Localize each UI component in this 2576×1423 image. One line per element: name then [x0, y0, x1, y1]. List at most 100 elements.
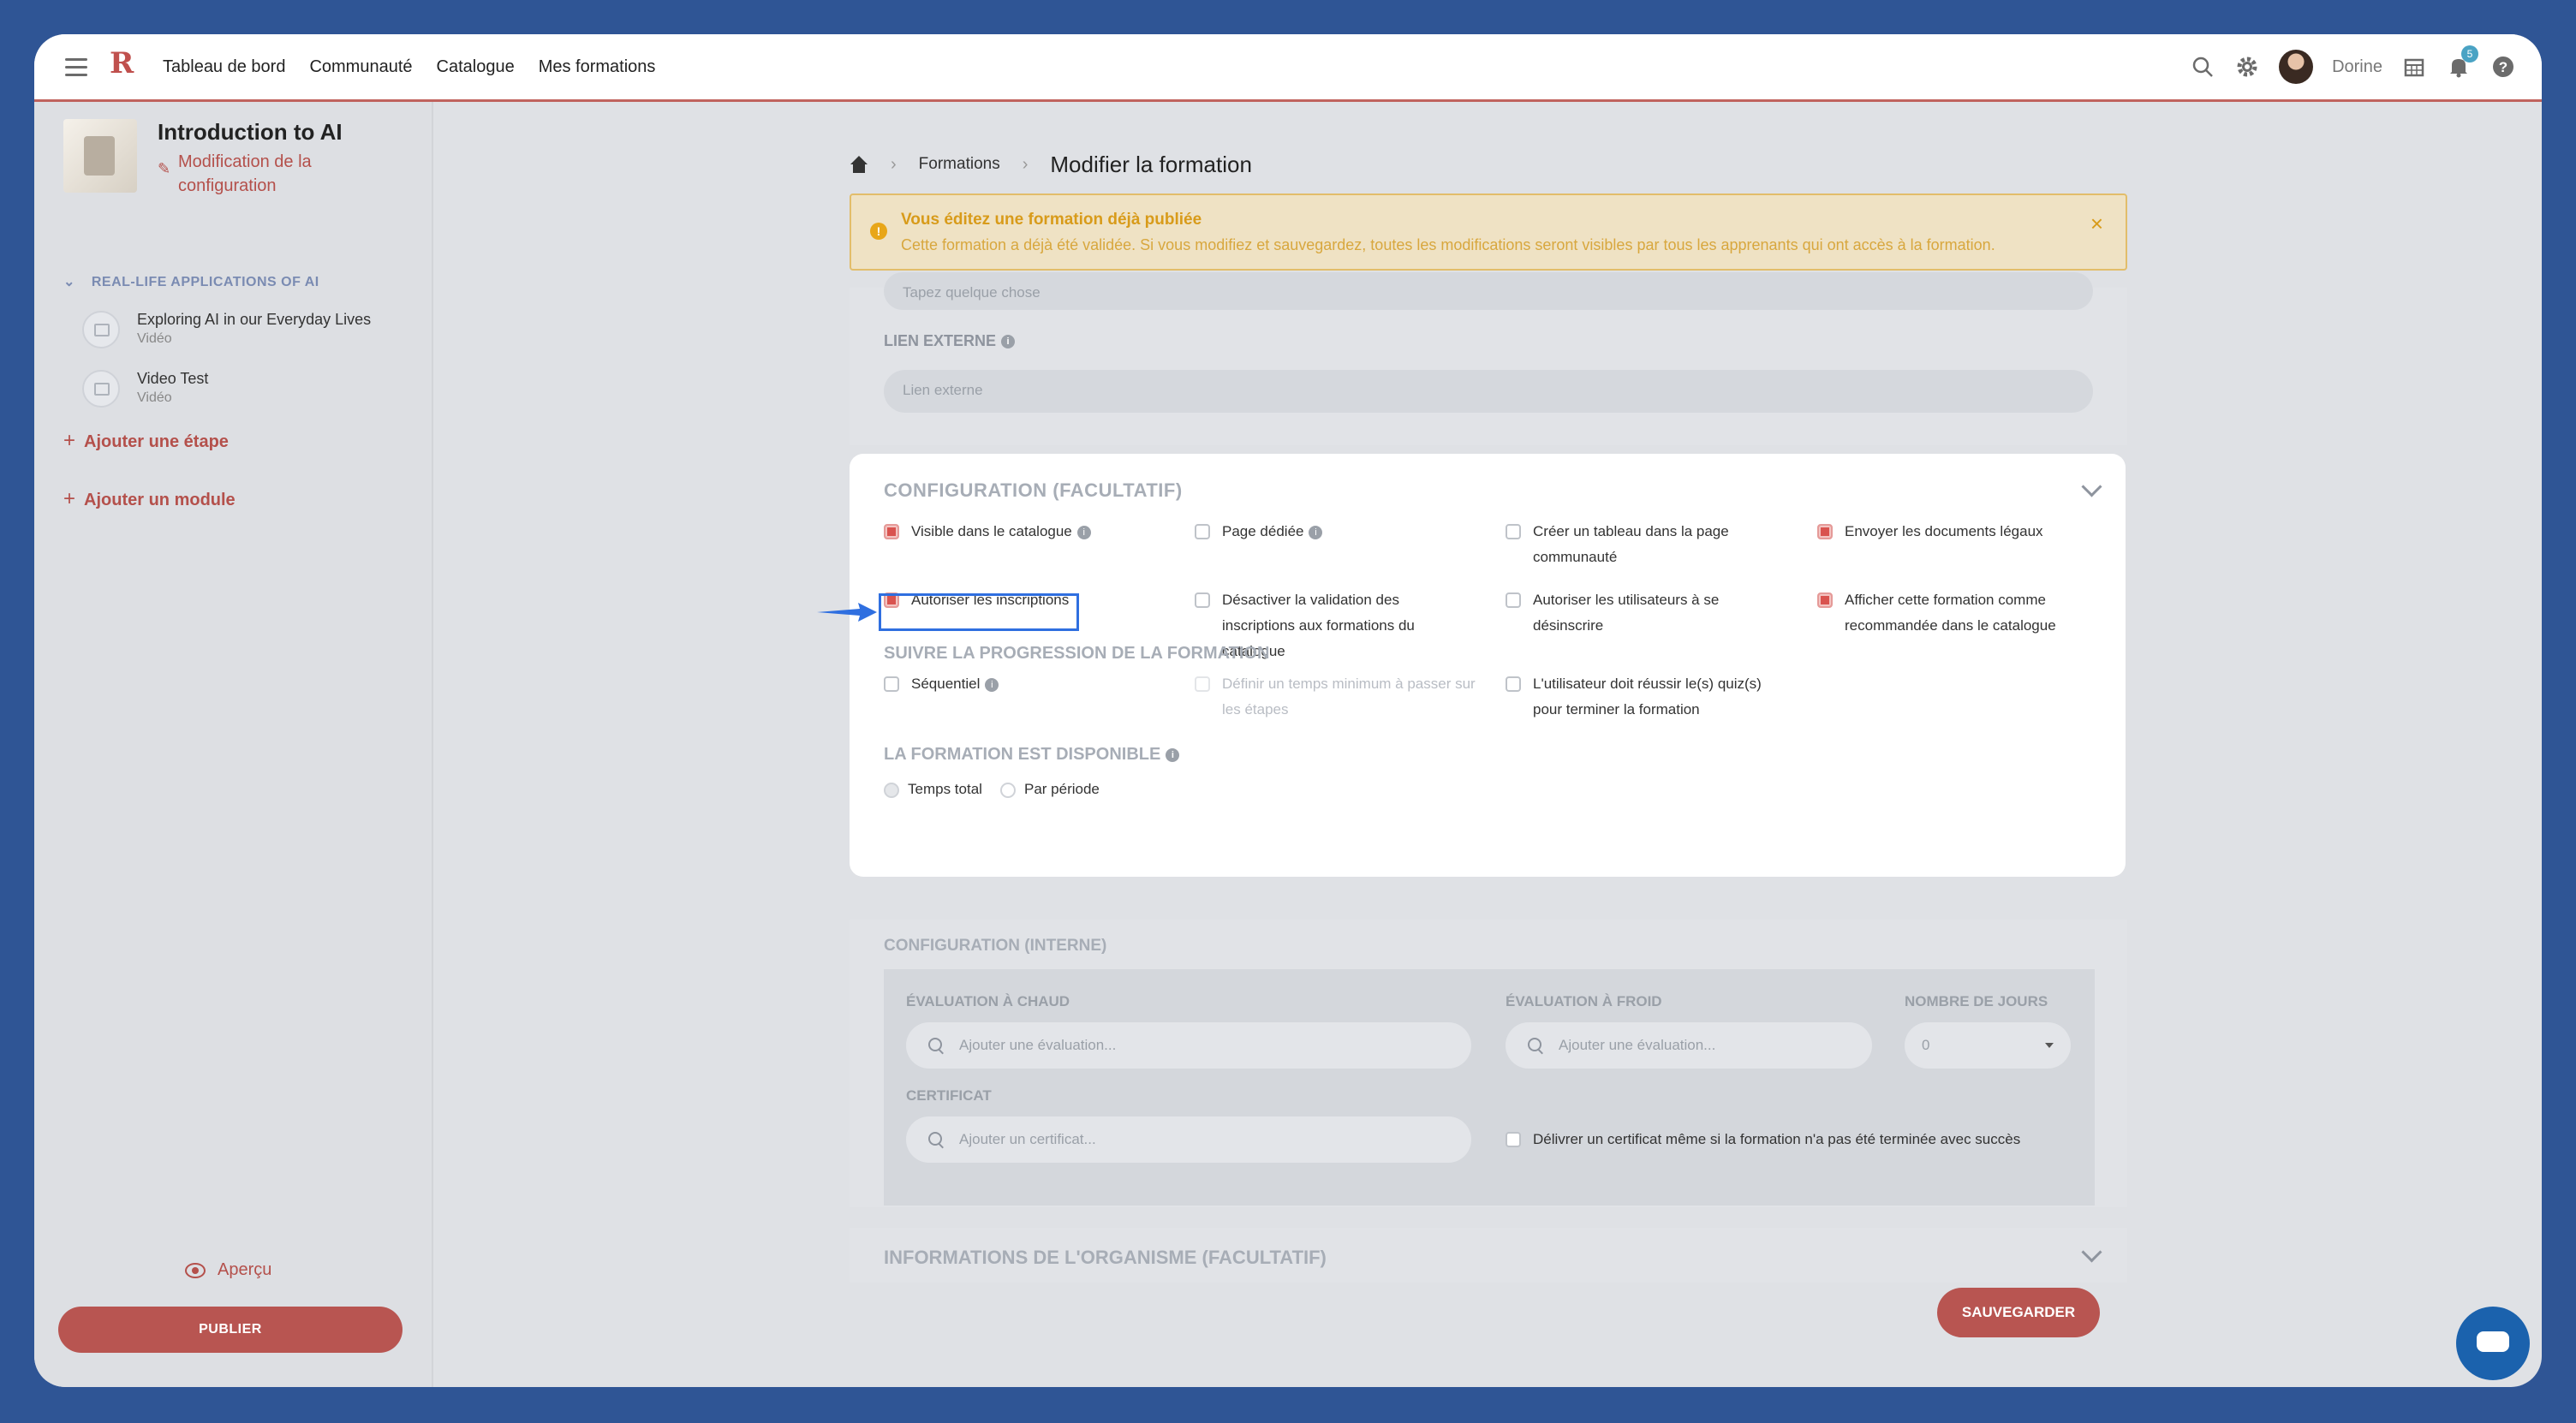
days-select[interactable]: 0: [1905, 1022, 2071, 1069]
option-quiz-required[interactable]: L'utilisateur doit réussir le(s) quiz(s)…: [1506, 671, 1762, 723]
org-info-card[interactable]: INFORMATIONS DE L'ORGANISME (FACULTATIF): [850, 1228, 2127, 1283]
days-label: NOMBRE DE JOURS: [1905, 993, 2048, 1009]
main-nav: Tableau de bord Communauté Catalogue Mes…: [163, 34, 655, 99]
checkbox[interactable]: [1195, 524, 1210, 539]
cold-eval-search[interactable]: Ajouter une évaluation...: [1506, 1022, 1872, 1069]
nav-dashboard[interactable]: Tableau de bord: [163, 57, 285, 77]
option-allow-unsubscribe[interactable]: Autoriser les utilisateurs à se désinscr…: [1506, 587, 1762, 639]
help-icon[interactable]: ?: [2490, 54, 2516, 80]
external-link-input[interactable]: Lien externe: [884, 370, 2093, 413]
cold-eval-label: ÉVALUATION À FROID: [1506, 993, 1662, 1009]
module-header[interactable]: ⌄ REAL-LIFE APPLICATIONS OF AI: [63, 273, 319, 290]
course-header: Introduction to AI ✎ Modification de la …: [63, 119, 423, 213]
info-icon[interactable]: i: [1309, 525, 1323, 539]
video-icon: [82, 311, 120, 348]
option-dedicated-page[interactable]: Page dédiée i: [1195, 519, 1477, 545]
plus-icon: +: [63, 429, 76, 452]
checkbox-checked[interactable]: [884, 524, 899, 539]
publish-button[interactable]: PUBLIER: [58, 1307, 402, 1353]
checkbox-checked[interactable]: [1817, 524, 1833, 539]
chevron-right-icon: ›: [1022, 154, 1029, 174]
add-module-label: Ajouter un module: [84, 491, 236, 509]
notification-badge: 5: [2461, 45, 2478, 63]
availability-title-text: LA FORMATION EST DISPONIBLE: [884, 745, 1161, 764]
info-icon[interactable]: i: [1076, 525, 1091, 539]
chevron-down-icon: ⌄: [63, 275, 75, 289]
search-icon: [1528, 1038, 1541, 1051]
search-icon[interactable]: [2190, 54, 2215, 80]
config-internal-card: CONFIGURATION (INTERNE) ÉVALUATION À CHA…: [850, 920, 2127, 1207]
menu-icon[interactable]: [65, 53, 87, 79]
step-item[interactable]: Video Test Vidéo: [82, 366, 408, 409]
org-title: INFORMATIONS DE L'ORGANISME (FACULTATIF): [884, 1247, 1327, 1268]
option-label: Autoriser les utilisateurs à se désinscr…: [1533, 592, 1720, 634]
info-icon[interactable]: i: [1001, 335, 1016, 349]
radio-total-time-label[interactable]: Temps total: [908, 781, 982, 798]
progress-title: SUIVRE LA PROGRESSION DE LA FORMATION: [884, 644, 1270, 663]
radio-total-time[interactable]: [884, 783, 899, 798]
home-icon[interactable]: [850, 156, 868, 173]
chevron-down-icon[interactable]: [2081, 476, 2102, 497]
option-recommended[interactable]: Afficher cette formation comme recommand…: [1817, 587, 2091, 639]
save-button[interactable]: SAUVEGARDER: [1937, 1288, 2100, 1337]
config-optional-card: CONFIGURATION (FACULTATIF) Visible dans …: [850, 454, 2126, 877]
nav-community[interactable]: Communauté: [309, 57, 412, 77]
checkbox[interactable]: [884, 676, 899, 692]
close-icon[interactable]: ×: [2090, 211, 2103, 237]
certificate-search[interactable]: Ajouter un certificat...: [906, 1116, 1471, 1163]
option-sequential[interactable]: Séquentiel i: [884, 671, 1141, 697]
search-icon: [928, 1132, 942, 1146]
internal-title: CONFIGURATION (INTERNE): [884, 937, 1107, 955]
info-icon[interactable]: i: [985, 677, 999, 692]
cold-eval-placeholder: Ajouter une évaluation...: [1559, 1037, 1716, 1053]
add-step-button[interactable]: + Ajouter une étape: [63, 429, 229, 453]
add-module-button[interactable]: + Ajouter un module: [63, 487, 236, 511]
option-label: Envoyer les documents légaux: [1845, 523, 2043, 539]
breadcrumb-formations[interactable]: Formations: [919, 155, 1000, 174]
nav-my-trainings[interactable]: Mes formations: [539, 57, 656, 77]
preview-label: Aperçu: [218, 1260, 272, 1279]
user-name[interactable]: Dorine: [2332, 57, 2382, 77]
highlight-box: [879, 593, 1079, 631]
gear-icon[interactable]: [2234, 54, 2260, 80]
info-icon[interactable]: i: [1166, 747, 1180, 762]
page-title: Modifier la formation: [1050, 151, 1252, 177]
radio-per-period-label[interactable]: Par période: [1024, 781, 1100, 798]
option-send-legal-docs[interactable]: Envoyer les documents légaux: [1817, 519, 2091, 545]
preview-button[interactable]: Aperçu: [185, 1260, 271, 1280]
step-type: Vidéo: [137, 390, 172, 405]
option-visible-catalog[interactable]: Visible dans le catalogue i: [884, 519, 1166, 545]
bell-icon[interactable]: 5: [2446, 45, 2478, 80]
nav-catalog[interactable]: Catalogue: [437, 57, 515, 77]
option-label: L'utilisateur doit réussir le(s) quiz(s)…: [1533, 676, 1762, 717]
edit-config-link[interactable]: ✎ Modification de la configuration: [158, 150, 401, 198]
module-title: REAL-LIFE APPLICATIONS OF AI: [91, 275, 319, 289]
option-certificate-anyway[interactable]: Délivrer un certificat même si la format…: [1506, 1127, 2071, 1152]
add-step-label: Ajouter une étape: [84, 432, 229, 451]
calendar-icon[interactable]: [2401, 54, 2427, 80]
hot-eval-search[interactable]: Ajouter une évaluation...: [906, 1022, 1471, 1069]
checkbox-checked[interactable]: [1817, 592, 1833, 608]
chat-icon[interactable]: [2456, 1307, 2530, 1380]
description-input[interactable]: Tapez quelque chose: [884, 272, 2093, 310]
hot-eval-placeholder: Ajouter une évaluation...: [959, 1037, 1117, 1053]
step-item[interactable]: Exploring AI in our Everyday Lives Vidéo: [82, 307, 408, 350]
option-create-board[interactable]: Créer un tableau dans la page communauté: [1506, 519, 1762, 570]
checkbox[interactable]: [1506, 1132, 1521, 1147]
checkbox[interactable]: [1506, 524, 1521, 539]
internal-fields: ÉVALUATION À CHAUD Ajouter une évaluatio…: [884, 969, 2095, 1206]
radio-per-period[interactable]: [1000, 783, 1016, 798]
chevron-down-icon[interactable]: [2081, 1241, 2102, 1263]
video-icon: [82, 370, 120, 408]
course-thumbnail: [63, 119, 137, 193]
user-avatar[interactable]: [2279, 50, 2314, 84]
checkbox-disabled: [1195, 676, 1210, 692]
checkbox[interactable]: [1506, 592, 1521, 608]
checkbox[interactable]: [1506, 676, 1521, 692]
step-title: Exploring AI in our Everyday Lives: [137, 311, 372, 328]
app-logo[interactable]: R: [110, 46, 134, 80]
checkbox[interactable]: [1195, 592, 1210, 608]
pointer-arrow-icon: [817, 603, 877, 622]
option-label: Créer un tableau dans la page communauté: [1533, 523, 1729, 565]
option-label: Page dédiée: [1222, 523, 1304, 539]
